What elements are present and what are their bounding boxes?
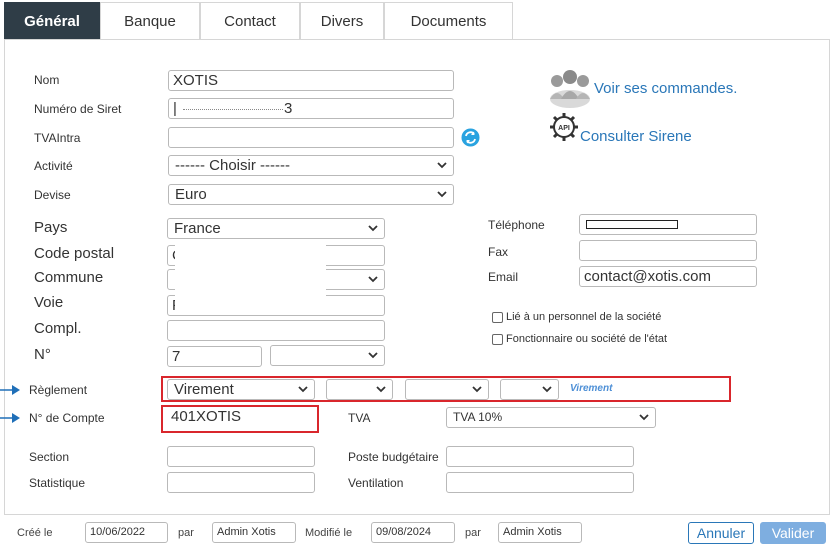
voie-label: Voie	[34, 294, 64, 311]
compl-label: Compl.	[34, 320, 82, 337]
section-label: Section	[29, 450, 70, 464]
voir-commandes-link[interactable]: Voir ses commandes.	[594, 80, 737, 97]
reglement-extra-select-2[interactable]	[405, 379, 489, 400]
api-gear-icon: API	[550, 113, 578, 141]
siret-input[interactable]: | 3	[168, 98, 454, 119]
chevron-down-icon	[298, 386, 308, 393]
svg-text:API: API	[558, 125, 570, 132]
tab-divers[interactable]: Divers	[300, 2, 384, 40]
lie-personnel-checkbox[interactable]	[492, 312, 503, 323]
commune-label: Commune	[34, 269, 104, 286]
devise-select[interactable]: Euro	[168, 184, 454, 205]
section-input[interactable]	[167, 446, 315, 467]
chevron-down-icon	[542, 386, 552, 393]
devise-label: Devise	[34, 188, 71, 202]
annuler-button[interactable]: Annuler	[688, 522, 754, 544]
refresh-icon[interactable]	[461, 128, 480, 147]
chevron-down-icon	[472, 386, 482, 393]
reglement-extra-select-3[interactable]	[500, 379, 559, 400]
tva-label: TVA	[348, 411, 371, 425]
telephone-input[interactable]	[579, 214, 757, 235]
tva-select[interactable]: TVA 10%	[446, 407, 656, 428]
tva-intra-input[interactable]	[168, 127, 454, 148]
numero-suffix-select[interactable]	[270, 345, 385, 366]
tab-bar: Général Banque Contact Divers Documents	[4, 2, 513, 40]
reglement-select[interactable]: Virement	[167, 379, 315, 400]
statistique-label: Statistique	[29, 476, 86, 490]
siret-label: Numéro de Siret	[34, 102, 122, 116]
activite-select[interactable]: ------ Choisir ------	[168, 155, 454, 176]
chevron-down-icon	[639, 414, 649, 421]
ventilation-label: Ventilation	[348, 476, 404, 490]
arrow-right-icon	[0, 413, 20, 423]
valider-button[interactable]: Valider	[760, 522, 826, 544]
tab-contact[interactable]: Contact	[200, 2, 300, 40]
cree-le-label: Créé le	[17, 527, 53, 539]
par-label: par	[465, 527, 481, 539]
par-label: par	[178, 527, 194, 539]
tva-intra-label: TVAIntra	[34, 131, 81, 145]
pays-label: Pays	[34, 219, 68, 236]
cree-le-input: 10/06/2022	[85, 522, 168, 543]
email-input[interactable]: contact@xotis.com	[579, 266, 757, 287]
chevron-down-icon	[368, 276, 378, 283]
numero-compte-input[interactable]: 401XOTIS	[167, 407, 313, 427]
fonctionnaire-checkbox[interactable]	[492, 334, 503, 345]
arrow-right-icon	[0, 385, 20, 395]
compl-input[interactable]	[167, 320, 385, 341]
ventilation-input[interactable]	[446, 472, 634, 493]
lie-personnel-label: Lié à un personnel de la société	[506, 311, 662, 323]
modifie-le-label: Modifié le	[305, 527, 353, 539]
fonctionnaire-label: Fonctionnaire ou société de l'état	[506, 333, 668, 345]
reglement-hint: Virement	[570, 383, 613, 394]
tab-general[interactable]: Général	[4, 2, 100, 40]
pays-select[interactable]: France	[167, 218, 385, 239]
email-label: Email	[488, 270, 519, 284]
chevron-down-icon	[368, 225, 378, 232]
code-postal-label: Code postal	[34, 245, 115, 262]
reglement-label: Règlement	[29, 383, 88, 397]
tab-documents[interactable]: Documents	[384, 2, 513, 40]
numero-compte-label: N° de Compte	[29, 411, 105, 425]
modifie-le-input: 09/08/2024	[371, 522, 455, 543]
nom-input[interactable]: XOTIS	[168, 70, 454, 91]
poste-budgetaire-label: Poste budgétaire	[348, 450, 439, 464]
fax-input[interactable]	[579, 240, 757, 261]
redaction-box	[586, 220, 678, 229]
cree-par-input: Admin Xotis	[212, 522, 296, 543]
activite-label: Activité	[34, 159, 73, 173]
users-icon	[550, 70, 590, 108]
chevron-down-icon	[437, 191, 447, 198]
poste-budgetaire-input[interactable]	[446, 446, 634, 467]
tab-banque[interactable]: Banque	[100, 2, 200, 40]
reglement-extra-select-1[interactable]	[326, 379, 393, 400]
statistique-input[interactable]	[167, 472, 315, 493]
consulter-sirene-link[interactable]: Consulter Sirene	[580, 128, 692, 145]
chevron-down-icon	[368, 352, 378, 359]
nom-label: Nom	[34, 73, 60, 87]
redaction-mask	[175, 239, 326, 315]
fax-label: Fax	[488, 245, 509, 259]
chevron-down-icon	[437, 162, 447, 169]
numero-input[interactable]: 7	[167, 346, 262, 367]
modifie-par-input: Admin Xotis	[498, 522, 582, 543]
telephone-label: Téléphone	[488, 218, 545, 232]
numero-label: N°	[34, 346, 51, 363]
chevron-down-icon	[376, 386, 386, 393]
